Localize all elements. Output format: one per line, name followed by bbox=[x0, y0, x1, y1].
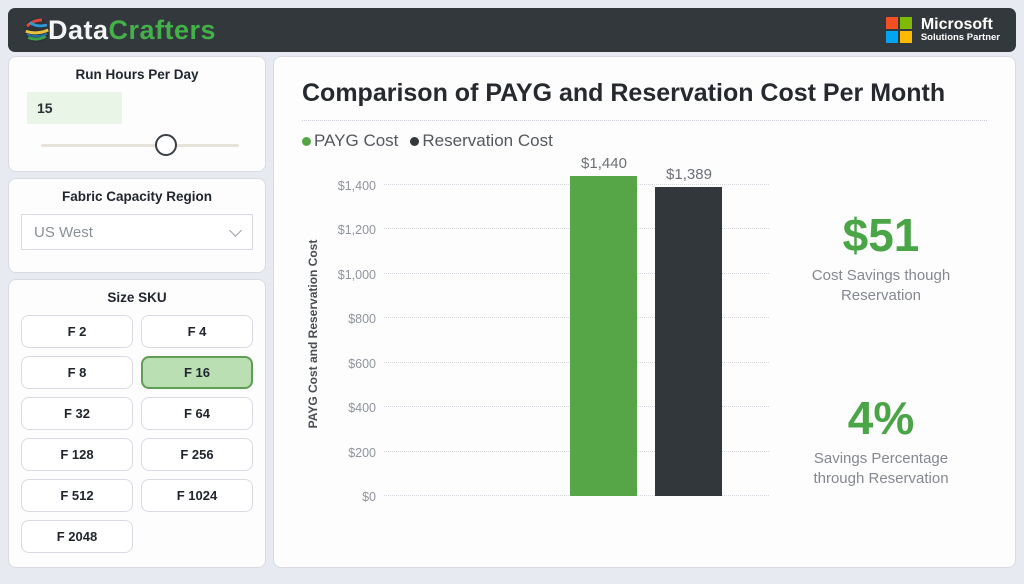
title-divider bbox=[302, 120, 987, 121]
size-sku-title: Size SKU bbox=[21, 290, 253, 305]
ytick-label-1400: $1,400 bbox=[324, 179, 376, 193]
ms-square-red bbox=[886, 17, 898, 29]
sku-button-f-2[interactable]: F 2 bbox=[21, 315, 133, 348]
partner-subtitle: Solutions Partner bbox=[921, 33, 1000, 43]
legend-item-payg-cost[interactable]: PAYG Cost bbox=[302, 131, 398, 151]
kpi-cost-savings: $51 Cost Savings though Reservation bbox=[775, 212, 987, 307]
slider-track[interactable] bbox=[41, 144, 239, 147]
region-title: Fabric Capacity Region bbox=[21, 189, 253, 204]
bar-reservation-cost[interactable] bbox=[655, 187, 722, 496]
sku-button-f-2048[interactable]: F 2048 bbox=[21, 520, 133, 553]
sku-button-f-64[interactable]: F 64 bbox=[141, 397, 253, 430]
app-header: DataCrafters Microsoft Solutions Partner bbox=[8, 8, 1016, 52]
chart-row: PAYG Cost and Reservation Cost $1,440$1,… bbox=[302, 157, 987, 510]
logo-text-crafters: Crafters bbox=[109, 15, 217, 45]
region-dropdown[interactable]: US West bbox=[21, 214, 253, 250]
run-hours-card: Run Hours Per Day bbox=[8, 56, 266, 172]
datacrafters-logo: DataCrafters bbox=[22, 15, 216, 46]
sku-button-f-256[interactable]: F 256 bbox=[141, 438, 253, 471]
run-hours-input[interactable] bbox=[27, 92, 122, 124]
kpi-savings-percent: 4% Savings Percentage through Reservatio… bbox=[775, 395, 987, 490]
legend-item-reservation-cost[interactable]: Reservation Cost bbox=[410, 131, 552, 151]
bar-payg-cost[interactable] bbox=[570, 176, 637, 496]
legend-dot bbox=[410, 137, 419, 146]
plot-area: $1,440$1,389 $0 $200 $400 $600 $800 $1,000 $1,… bbox=[324, 157, 775, 510]
sku-button-f-16[interactable]: F 16 bbox=[141, 356, 253, 389]
sku-button-f-32[interactable]: F 32 bbox=[21, 397, 133, 430]
sku-button-f-1024[interactable]: F 1024 bbox=[141, 479, 253, 512]
microsoft-logo-icon bbox=[886, 17, 912, 43]
ytick-label-400: $400 bbox=[324, 401, 376, 415]
page-body: Run Hours Per Day Fabric Capacity Region… bbox=[8, 56, 1016, 568]
sku-button-f-512[interactable]: F 512 bbox=[21, 479, 133, 512]
slider-handle[interactable] bbox=[155, 134, 177, 156]
bar-data-label: $1,389 bbox=[647, 166, 731, 183]
ytick-label-200: $200 bbox=[324, 446, 376, 460]
logo-text-data: Data bbox=[48, 15, 109, 45]
chart-title: Comparison of PAYG and Reservation Cost … bbox=[302, 79, 987, 108]
partner-text: Microsoft Solutions Partner bbox=[921, 17, 1000, 44]
legend-label: PAYG Cost bbox=[314, 131, 398, 151]
sku-button-f-128[interactable]: F 128 bbox=[21, 438, 133, 471]
size-sku-card: Size SKU F 2F 4F 8F 16F 32F 64F 128F 256… bbox=[8, 279, 266, 568]
y-axis-label: PAYG Cost and Reservation Cost bbox=[302, 157, 324, 510]
ytick-label-800: $800 bbox=[324, 312, 376, 326]
sku-button-grid: F 2F 4F 8F 16F 32F 64F 128F 256F 512F 10… bbox=[21, 315, 253, 553]
chevron-down-icon bbox=[229, 224, 242, 237]
plot-grid: $1,440$1,389 bbox=[384, 157, 769, 510]
ms-square-yellow bbox=[900, 31, 912, 43]
chart-panel: Comparison of PAYG and Reservation Cost … bbox=[273, 56, 1016, 568]
run-hours-title: Run Hours Per Day bbox=[21, 67, 253, 82]
kpi-cost-savings-label: Cost Savings though Reservation bbox=[775, 266, 987, 307]
ms-square-blue bbox=[886, 31, 898, 43]
partner-name: Microsoft bbox=[921, 17, 1000, 34]
bar-data-label: $1,440 bbox=[562, 155, 646, 172]
ms-square-green bbox=[900, 17, 912, 29]
legend-label: Reservation Cost bbox=[422, 131, 552, 151]
kpi-cost-savings-value: $51 bbox=[775, 212, 987, 258]
filters-sidebar: Run Hours Per Day Fabric Capacity Region… bbox=[8, 56, 266, 568]
sku-button-f-4[interactable]: F 4 bbox=[141, 315, 253, 348]
kpi-savings-percent-value: 4% bbox=[775, 395, 987, 441]
kpi-column: $51 Cost Savings though Reservation 4% S… bbox=[775, 157, 987, 510]
kpi-savings-percent-label: Savings Percentage through Reservation bbox=[775, 449, 987, 490]
ytick-label-0: $0 bbox=[324, 490, 376, 504]
sku-button-f-8[interactable]: F 8 bbox=[21, 356, 133, 389]
region-card: Fabric Capacity Region US West bbox=[8, 178, 266, 273]
logo-text: DataCrafters bbox=[54, 15, 216, 46]
y-axis-label-text: PAYG Cost and Reservation Cost bbox=[306, 239, 320, 428]
ytick-label-1000: $1,000 bbox=[324, 268, 376, 282]
ytick-label-1200: $1,200 bbox=[324, 223, 376, 237]
ytick-label-600: $600 bbox=[324, 357, 376, 371]
microsoft-partner-badge: Microsoft Solutions Partner bbox=[886, 17, 1000, 44]
region-selected-value: US West bbox=[34, 224, 93, 241]
run-hours-slider[interactable] bbox=[41, 134, 239, 158]
legend-dot bbox=[302, 137, 311, 146]
chart-legend: PAYG Cost Reservation Cost bbox=[302, 131, 987, 151]
